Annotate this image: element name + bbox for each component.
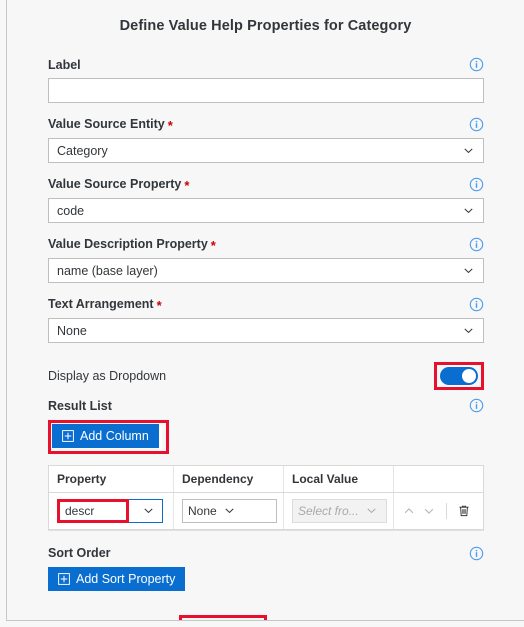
local-value-select[interactable]: Select fro... [292,498,387,523]
display-as-dropdown-toggle[interactable] [440,367,478,385]
text-arrangement-select[interactable]: None [48,318,484,343]
highlight-box-property-value: descr [57,498,129,523]
table-row: descr None Select fro... [49,492,483,530]
result-list-header: Result List [48,397,484,414]
required-marker: * [156,297,162,313]
form-body: Label Value Source Entity * Category Val… [7,56,524,620]
dependency-select[interactable]: None [182,498,277,523]
chevron-down-icon [462,144,475,157]
table-header-row: Property Dependency Local Value [49,465,483,493]
highlight-box-toggle [434,362,484,390]
result-list-title: Result List [48,398,112,413]
dialog-title: Define Value Help Properties for Categor… [119,18,412,34]
field-value-source-property: Value Source Property * code [48,176,484,223]
plus-box-icon [62,430,74,442]
cell-dependency: None [173,492,283,529]
local-value-placeholder: Select fro... [298,503,359,518]
field-label-row: Value Source Entity * [48,116,484,133]
field-value-source-entity: Value Source Entity * Category [48,116,484,163]
column-header-property: Property [57,471,107,486]
sort-order-section: Sort Order Add Sort Property [48,545,484,591]
highlight-box-add-column: Add Column [48,420,169,454]
cell-actions [393,492,483,529]
info-icon[interactable] [469,57,484,72]
field-label-text: Value Source Property * [48,177,190,193]
display-as-dropdown-row: Display as Dropdown [48,362,484,390]
section-divider [48,529,484,531]
highlight-box-apply: Apply [179,614,267,620]
add-sort-property-label: Add Sort Property [76,571,176,586]
field-label-row: Value Description Property * [48,236,484,253]
sort-order-title: Sort Order [48,546,111,561]
result-list-table: Property Dependency Local Value descr No… [48,464,484,530]
required-marker: * [184,177,190,193]
field-label-text: Value Description Property * [48,237,216,253]
field-value-description-property: Value Description Property * name (base l… [48,236,484,283]
field-label-row: Text Arrangement * [48,296,484,313]
move-up-icon[interactable] [400,502,418,520]
add-sort-property-button[interactable]: Add Sort Property [48,566,186,591]
required-marker: * [210,237,216,253]
row-action-icons [400,502,473,520]
delete-icon[interactable] [455,502,473,520]
field-label-text: Text Arrangement * [48,297,162,313]
field-label-row: Label [48,56,484,73]
info-icon[interactable] [469,237,484,252]
field-label-text: Label [48,57,81,72]
property-value: descr [65,503,95,518]
add-column-label: Add Column [80,429,149,443]
info-icon[interactable] [469,398,484,413]
plus-box-icon [58,572,70,585]
field-text-arrangement: Text Arrangement * None [48,296,484,343]
field-label-row: Value Source Property * [48,176,484,193]
value-source-property-select[interactable]: code [48,198,484,223]
button-trailing-space [158,425,162,450]
dependency-value: None [188,503,217,518]
action-divider [446,502,447,519]
result-list-section: Result List Add Column Property Dependen… [48,397,484,531]
required-marker: * [167,117,173,133]
column-header-local-value: Local Value [283,465,393,492]
info-icon[interactable] [469,546,484,561]
select-value: Category [57,143,108,158]
column-header-actions [393,465,483,492]
chevron-down-icon [365,504,378,517]
sort-order-header: Sort Order [48,545,484,562]
field-label-text: Value Source Entity * [48,117,173,133]
field-label: Label [48,56,484,103]
display-as-dropdown-label: Display as Dropdown [48,369,167,383]
cell-property: descr [49,493,173,529]
property-select[interactable]: descr [57,498,163,523]
select-value: code [57,203,85,218]
toggle-knob [462,369,476,383]
chevron-down-icon [462,324,475,337]
value-source-entity-select[interactable]: Category [48,138,484,163]
add-column-button[interactable]: Add Column [52,424,159,448]
label-input[interactable] [48,78,484,103]
chevron-down-icon [223,504,236,517]
info-icon[interactable] [469,297,484,312]
property-chevron-area [129,504,162,517]
cell-local-value: Select fro... [283,492,393,529]
dialog-footer: Apply Cancel [48,614,484,620]
chevron-down-icon [142,504,155,517]
select-value: None [57,323,87,338]
select-value: name (base layer) [57,263,158,278]
chevron-down-icon [462,204,475,217]
column-header-dependency: Dependency [173,465,283,492]
value-description-property-select[interactable]: name (base layer) [48,258,484,283]
info-icon[interactable] [469,117,484,132]
move-down-icon[interactable] [420,502,438,520]
info-icon[interactable] [469,177,484,192]
chevron-down-icon [462,264,475,277]
value-help-dialog: Define Value Help Properties for Categor… [6,0,524,621]
